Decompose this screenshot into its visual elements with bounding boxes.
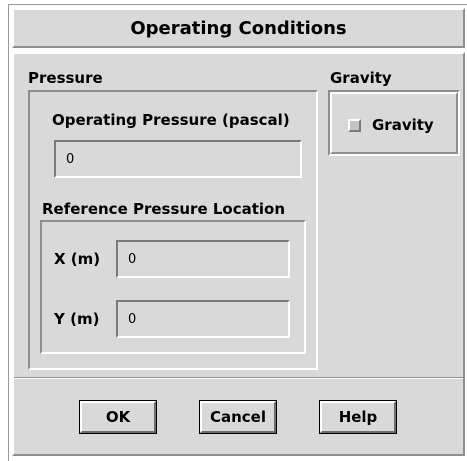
cancel-button[interactable]: Cancel <box>200 401 276 433</box>
help-button-label: Help <box>338 408 378 426</box>
ok-button-label: OK <box>105 408 131 426</box>
x-coordinate-label: X (m) <box>54 250 101 268</box>
frame-left-line <box>8 4 9 461</box>
operating-conditions-dialog: Operating Conditions Pressure Operating … <box>0 0 467 461</box>
x-coordinate-value: 0 <box>128 251 137 267</box>
dialog-title: Operating Conditions <box>130 17 347 39</box>
reference-pressure-location-label: Reference Pressure Location <box>42 200 286 218</box>
pressure-section-label: Pressure <box>28 69 103 87</box>
y-coordinate-input[interactable]: 0 <box>116 300 290 338</box>
ok-button[interactable]: OK <box>80 401 156 433</box>
operating-pressure-input[interactable]: 0 <box>54 140 302 178</box>
gravity-checkbox-label: Gravity <box>372 116 434 134</box>
cancel-button-label: Cancel <box>209 408 266 426</box>
dialog-body: Pressure Operating Pressure (pascal) 0 R… <box>12 52 465 456</box>
dialog-title-bar[interactable]: Operating Conditions <box>12 8 465 48</box>
button-separator-highlight <box>14 378 463 379</box>
gravity-checkbox-indicator[interactable] <box>348 119 361 132</box>
x-coordinate-input[interactable]: 0 <box>116 240 290 278</box>
y-coordinate-label: Y (m) <box>54 310 100 328</box>
help-button[interactable]: Help <box>320 401 396 433</box>
gravity-section-label: Gravity <box>330 69 392 87</box>
operating-pressure-label: Operating Pressure (pascal) <box>52 111 290 129</box>
gravity-checkbox[interactable]: Gravity <box>346 116 446 134</box>
frame-top-line <box>8 4 467 5</box>
y-coordinate-value: 0 <box>128 311 137 327</box>
operating-pressure-value: 0 <box>66 151 75 167</box>
